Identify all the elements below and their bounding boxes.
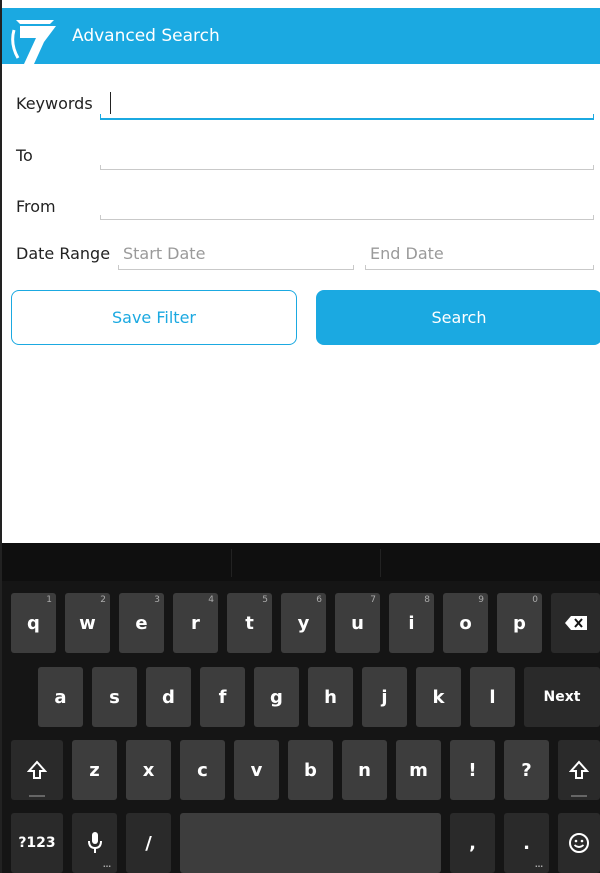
key-g[interactable]: g — [254, 667, 299, 727]
date-range-label: Date Range — [16, 244, 111, 263]
key-x[interactable]: x — [126, 740, 171, 800]
comma-key[interactable]: , — [450, 813, 495, 873]
slash-key[interactable]: / — [126, 813, 171, 873]
key-w[interactable]: w2 — [65, 593, 110, 653]
search-button[interactable]: Search — [316, 290, 600, 345]
symbols-key[interactable]: ?123 — [11, 813, 63, 873]
key-c[interactable]: c — [180, 740, 225, 800]
shift-icon — [27, 760, 47, 779]
to-label: To — [16, 146, 33, 165]
key-u[interactable]: u7 — [335, 593, 380, 653]
key-n[interactable]: n — [342, 740, 387, 800]
keywords-label: Keywords — [16, 94, 93, 113]
next-key[interactable]: Next — [524, 667, 600, 727]
start-date-placeholder: Start Date — [123, 244, 206, 263]
key-h[interactable]: h — [308, 667, 353, 727]
key-z[interactable]: z — [72, 740, 117, 800]
key-p[interactable]: p0 — [497, 593, 542, 653]
keywords-input[interactable] — [100, 86, 594, 120]
key-r[interactable]: r4 — [173, 593, 218, 653]
key-q[interactable]: q1 — [11, 593, 56, 653]
key-m[interactable]: m — [396, 740, 441, 800]
emoji-key[interactable] — [558, 813, 600, 873]
suggestion-strip[interactable] — [2, 543, 600, 581]
key-t[interactable]: t5 — [227, 593, 272, 653]
key-a[interactable]: a — [38, 667, 83, 727]
emoji-icon — [569, 833, 589, 853]
key-f[interactable]: f — [200, 667, 245, 727]
from-input[interactable] — [100, 186, 594, 220]
shift-key-left[interactable] — [11, 740, 63, 800]
key-l[interactable]: l — [470, 667, 515, 727]
key-k[interactable]: k — [416, 667, 461, 727]
from-label: From — [16, 197, 56, 216]
to-input[interactable] — [100, 136, 594, 170]
soft-keyboard: q1 w2 e3 r4 t5 y6 u7 i8 o9 p0 a s d f g … — [2, 543, 600, 873]
shift-key-right[interactable] — [558, 740, 600, 800]
key-v[interactable]: v — [234, 740, 279, 800]
app-logo-icon — [11, 20, 56, 64]
key-b[interactable]: b — [288, 740, 333, 800]
space-key[interactable] — [180, 813, 441, 873]
start-date-input[interactable]: Start Date — [118, 236, 354, 270]
key-i[interactable]: i8 — [389, 593, 434, 653]
microphone-key[interactable]: … — [72, 813, 117, 873]
end-date-input[interactable]: End Date — [365, 236, 594, 270]
key-question[interactable]: ? — [504, 740, 549, 800]
microphone-icon — [87, 832, 102, 853]
end-date-placeholder: End Date — [370, 244, 444, 263]
page-title: Advanced Search — [72, 26, 220, 46]
backspace-icon — [564, 616, 587, 630]
key-exclamation[interactable]: ! — [450, 740, 495, 800]
key-y[interactable]: y6 — [281, 593, 326, 653]
key-o[interactable]: o9 — [443, 593, 488, 653]
key-e[interactable]: e3 — [119, 593, 164, 653]
key-d[interactable]: d — [146, 667, 191, 727]
shift-icon — [569, 760, 589, 779]
period-key[interactable]: .… — [504, 813, 549, 873]
app-bar: Advanced Search — [2, 8, 600, 64]
key-j[interactable]: j — [362, 667, 407, 727]
save-filter-button[interactable]: Save Filter — [11, 290, 297, 345]
backspace-key[interactable] — [551, 593, 600, 653]
key-s[interactable]: s — [92, 667, 137, 727]
